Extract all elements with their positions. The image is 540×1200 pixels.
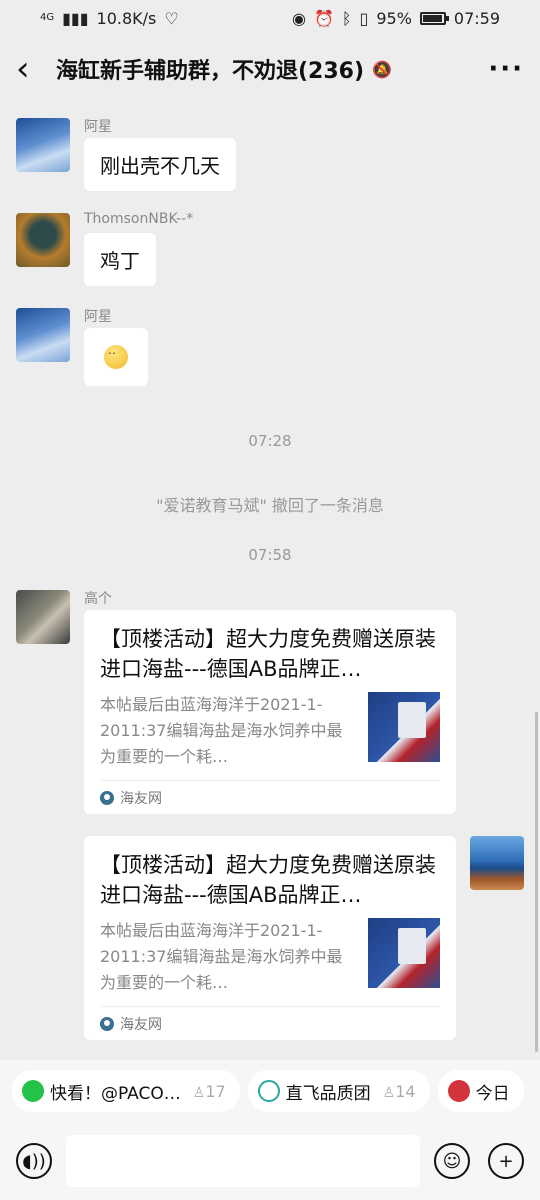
sender-name: 高个 — [84, 591, 112, 607]
recall-notice: "爱诺教育马斌" 撤回了一条消息 — [156, 496, 384, 515]
message-bubble[interactable]: 刚出壳不几天 — [84, 138, 236, 191]
message-bubble[interactable]: 鸡丁 — [84, 233, 156, 286]
quick-bar: 快看！@PACO… ♙17 直飞品质团 ♙14 今日 — [0, 1060, 540, 1122]
chip-count: 14 — [395, 1081, 416, 1101]
chat-icon — [22, 1080, 44, 1102]
card-description: 本帖最后由蓝海海洋于2021-1-2011:37编辑海盐是海水饲养中最为重要的一… — [100, 695, 343, 766]
timestamp: 07:58 — [248, 546, 292, 564]
plus-icon[interactable]: + — [488, 1143, 524, 1179]
status-bar: 4G ▮▮▮ 10.8K/s ♡ ◉ ⏰ ᛒ ▯ 95% 07:59 — [0, 0, 540, 36]
sender-name: 阿星 — [84, 119, 112, 135]
avatar[interactable] — [16, 308, 70, 362]
chip-label: 直飞品质团 — [285, 1083, 371, 1104]
site-icon — [100, 790, 114, 805]
health-icon: ♡ — [164, 8, 179, 28]
input-bar: ◖)) ☺ + — [0, 1122, 540, 1200]
message-row: 高个 【顶楼活动】超大力度免费赠送原装进口海盐---德国AB品牌正… 本帖最后由… — [16, 590, 456, 814]
card-title: 【顶楼活动】超大力度免费赠送原装进口海盐---德国AB品牌正… — [100, 853, 436, 907]
source-name: 海友网 — [120, 790, 162, 807]
link-card[interactable]: 【顶楼活动】超大力度免费赠送原装进口海盐---德国AB品牌正… 本帖最后由蓝海海… — [84, 836, 456, 1040]
person-icon: ♙ — [382, 1084, 396, 1101]
network-speed: 10.8K/s — [96, 8, 157, 28]
card-description: 本帖最后由蓝海海洋于2021-1-2011:37编辑海盐是海水饲养中最为重要的一… — [100, 921, 343, 992]
card-thumbnail — [368, 918, 440, 988]
message-row: 阿星 刚出壳不几天 — [16, 118, 236, 191]
mute-icon: 🔕 — [372, 59, 392, 79]
vibrate-icon: ▯ — [359, 8, 369, 28]
back-icon[interactable]: ‹ — [16, 49, 52, 89]
chip-item[interactable]: 快看！@PACO… ♙17 — [12, 1070, 240, 1112]
smile-emoji-icon — [104, 343, 128, 369]
wave-icon — [257, 1080, 280, 1102]
chip-label: 快看！@PACO… — [50, 1083, 181, 1104]
voice-icon[interactable]: ◖)) — [16, 1143, 52, 1179]
message-row-self: 【顶楼活动】超大力度免费赠送原装进口海盐---德国AB品牌正… 本帖最后由蓝海海… — [84, 836, 524, 1040]
chat-title: 海缸新手辅助群，不劝退(236) — [56, 59, 365, 84]
diamond-icon — [447, 1080, 470, 1102]
alarm-icon: ⏰ — [313, 8, 334, 28]
card-source: 海友网 — [100, 780, 440, 814]
more-icon[interactable]: ··· — [488, 54, 524, 84]
chip-label: 今日 — [475, 1083, 510, 1104]
chip-item[interactable]: 今日 — [437, 1070, 524, 1112]
battery-icon — [419, 11, 449, 25]
emoji-icon[interactable]: ☺ — [434, 1143, 470, 1179]
sender-name: 阿星 — [84, 309, 112, 325]
timestamp: 07:28 — [248, 432, 292, 450]
clock: 07:59 — [453, 8, 500, 28]
link-card[interactable]: 【顶楼活动】超大力度免费赠送原装进口海盐---德国AB品牌正… 本帖最后由蓝海海… — [84, 610, 456, 814]
bluetooth-icon: ᛒ — [341, 8, 352, 28]
scrollbar[interactable] — [535, 712, 538, 1052]
site-icon — [100, 1016, 114, 1031]
signal-icon: ▮▮▮ — [62, 8, 89, 28]
chip-item[interactable]: 直飞品质团 ♙14 — [247, 1070, 430, 1112]
chat-list[interactable]: 阿星 刚出壳不几天 ThomsonNBK--* 鸡丁 阿星 07:28 "爱诺教… — [0, 102, 540, 1060]
sender-name: ThomsonNBK--* — [84, 211, 194, 227]
message-row: ThomsonNBK--* 鸡丁 — [16, 211, 194, 286]
card-thumbnail — [368, 692, 440, 762]
title-bar: ‹ 海缸新手辅助群，不劝退(236) 🔕 ··· — [0, 36, 540, 102]
card-source: 海友网 — [100, 1006, 440, 1040]
card-title: 【顶楼活动】超大力度免费赠送原装进口海盐---德国AB品牌正… — [100, 627, 436, 681]
emoji-bubble[interactable] — [84, 328, 148, 386]
avatar[interactable] — [16, 213, 70, 267]
source-name: 海友网 — [120, 1016, 162, 1033]
chip-count: 17 — [205, 1081, 226, 1101]
battery-percent: 95% — [376, 8, 412, 28]
message-row: 阿星 — [16, 308, 148, 386]
eye-icon: ◉ — [292, 8, 306, 28]
avatar[interactable] — [16, 590, 70, 644]
network-label: 4G — [40, 12, 55, 23]
person-icon: ♙ — [192, 1084, 206, 1101]
avatar[interactable] — [16, 118, 70, 172]
avatar[interactable] — [470, 836, 524, 890]
message-input[interactable] — [66, 1135, 420, 1187]
